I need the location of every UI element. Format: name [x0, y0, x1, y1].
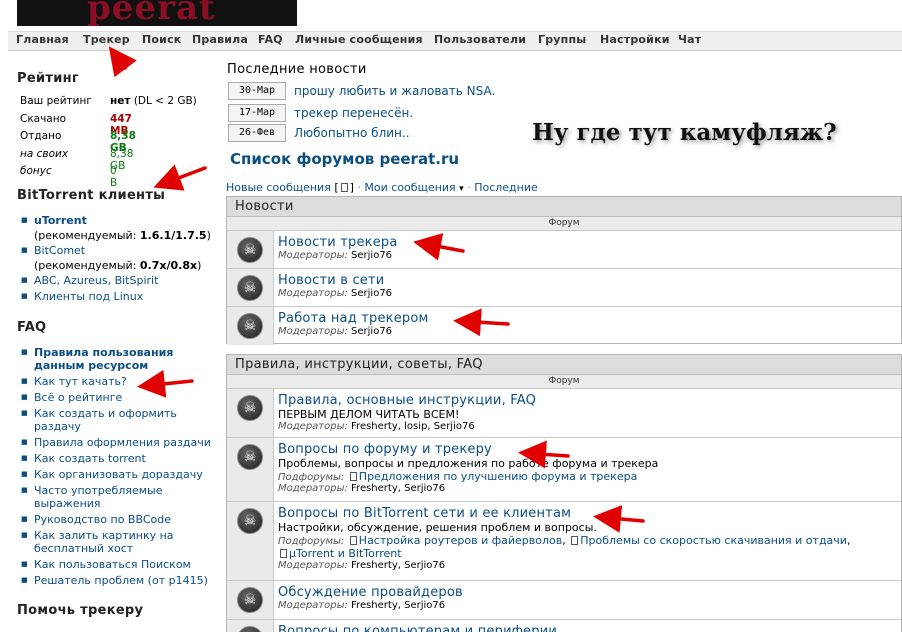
arrow-forum-tracker	[518, 440, 570, 469]
arrow-nav	[108, 46, 137, 78]
arrow-clients	[153, 164, 207, 191]
arrow-tracker-work	[453, 308, 510, 337]
arrow-faq	[137, 369, 194, 398]
arrow-news-tracker	[413, 233, 465, 261]
annotation-arrows	[108, 46, 645, 533]
arrow-bittorrent	[593, 505, 645, 533]
